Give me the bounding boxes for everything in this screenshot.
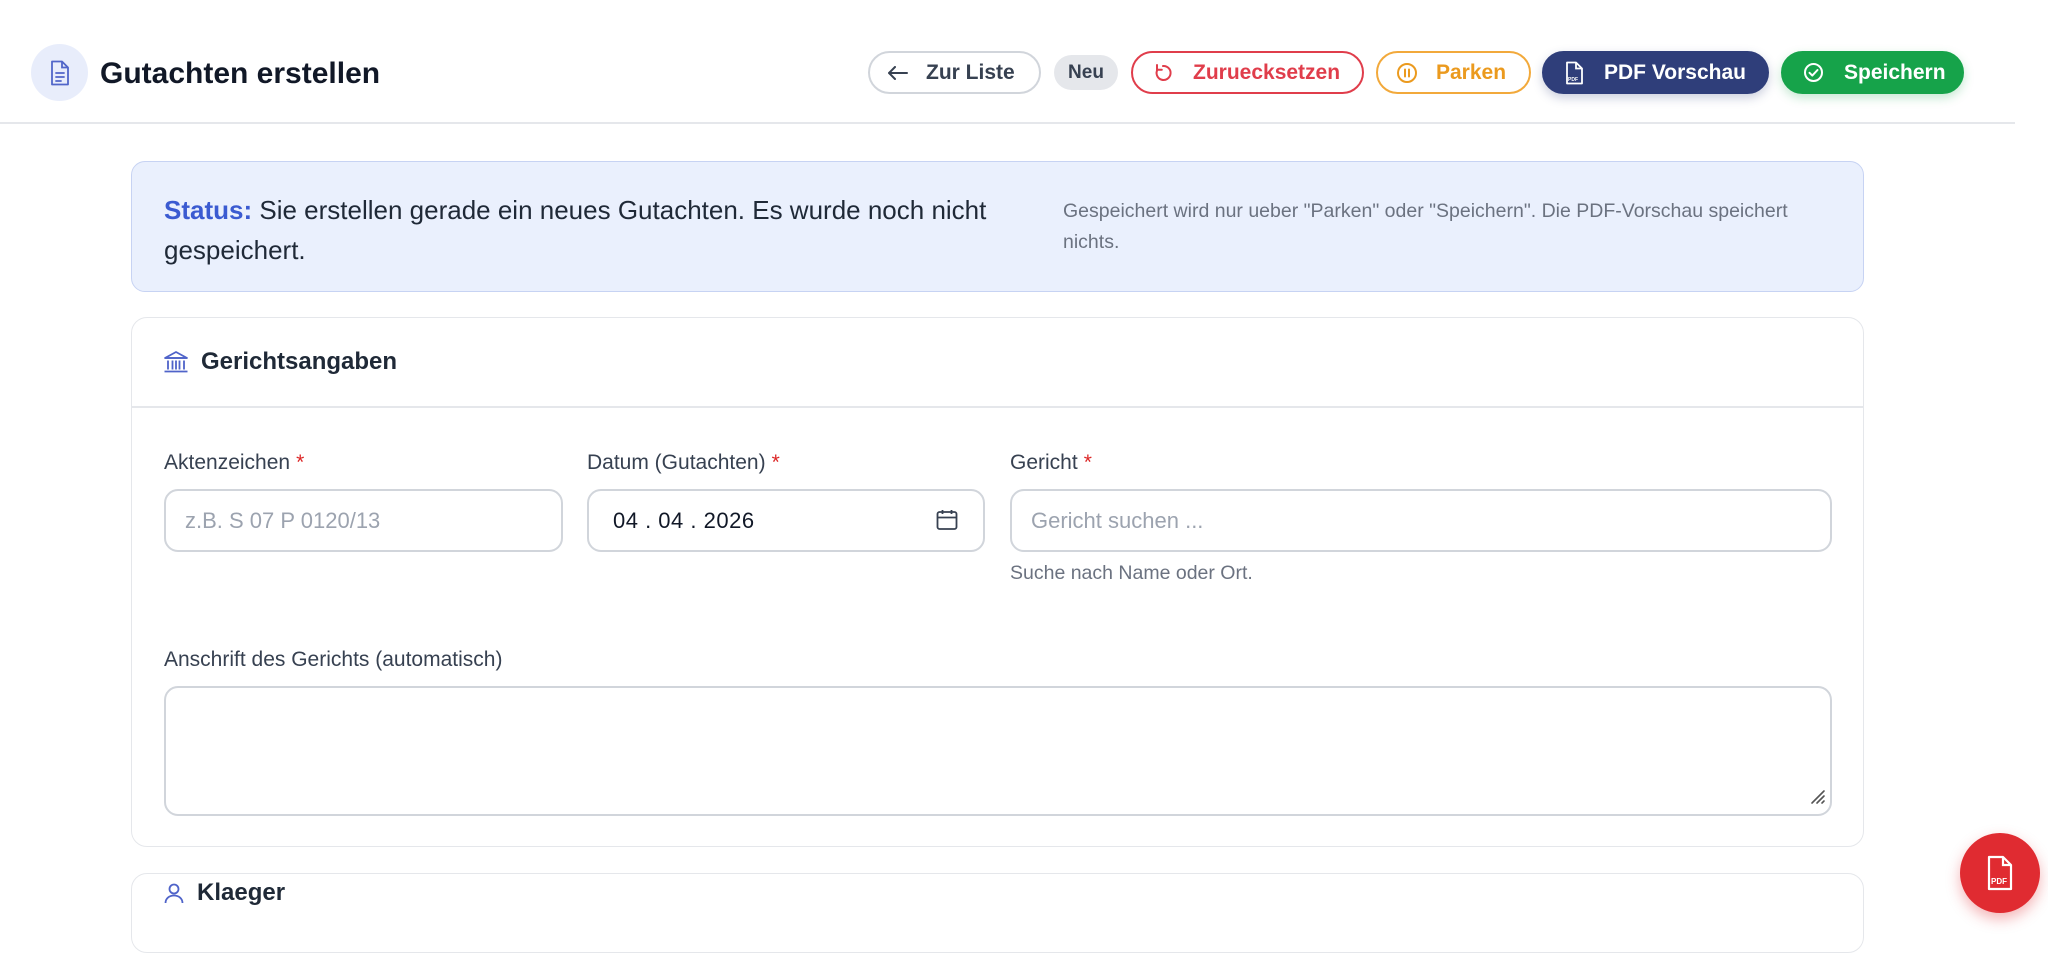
save-button-label: Speichern [1844, 60, 1946, 84]
klaeger-section-title: Klaeger [197, 879, 286, 906]
resize-handle-icon[interactable] [1806, 785, 1826, 810]
document-icon [31, 44, 88, 101]
datum-input[interactable]: 04 . 04 . 2026 [587, 489, 985, 552]
court-section-title: Gerichtsangaben [201, 348, 398, 375]
svg-text:PDF: PDF [1568, 77, 1578, 83]
pause-circle-icon [1396, 62, 1418, 84]
arrow-left-icon [888, 65, 908, 80]
reset-button[interactable]: Zuruecksetzen [1131, 51, 1364, 94]
top-bar: Gutachten erstellen Zur Liste Neu Zuruec… [0, 0, 2015, 124]
court-section-card: Gerichtsangaben Aktenzeichen * z.B. S 07 … [131, 317, 1864, 847]
klaeger-section-card: Klaeger [131, 873, 1864, 953]
gericht-hint: Suche nach Name oder Ort. [1010, 562, 1253, 584]
status-banner: Status: Sie erstellen gerade ein neues G… [131, 161, 1864, 292]
floating-pdf-button[interactable]: PDF [1960, 833, 2040, 913]
gericht-placeholder: Gericht suchen ... [1031, 507, 1204, 533]
check-circle-icon [1803, 62, 1824, 83]
pdf-file-icon: PDF [1985, 855, 2015, 891]
park-button[interactable]: Parken [1376, 51, 1531, 94]
park-button-label: Parken [1436, 60, 1507, 84]
required-marker: * [296, 451, 305, 474]
aktenzeichen-label: Aktenzeichen * [164, 450, 304, 476]
klaeger-section-header: Klaeger [132, 874, 1863, 964]
anschrift-textarea[interactable] [164, 686, 1832, 816]
required-marker: * [771, 451, 780, 474]
status-message-block: Status: Sie erstellen gerade ein neues G… [164, 190, 994, 270]
reset-button-label: Zuruecksetzen [1193, 60, 1341, 84]
pdf-preview-button-label: PDF Vorschau [1604, 60, 1746, 84]
aktenzeichen-label-text: Aktenzeichen [164, 451, 291, 474]
court-section-header: Gerichtsangaben [132, 318, 1863, 408]
gericht-search-input[interactable]: Gericht suchen ... [1010, 489, 1832, 552]
datum-label: Datum (Gutachten) * [587, 450, 780, 476]
back-button-label: Zur Liste [926, 60, 1015, 84]
pdf-file-icon: PDF [1564, 61, 1584, 85]
anschrift-label: Anschrift des Gerichts (automatisch) [164, 648, 503, 671]
status-badge: Neu [1054, 55, 1118, 90]
user-icon [163, 882, 185, 904]
page-title: Gutachten erstellen [100, 57, 381, 90]
status-label: Status: [164, 195, 253, 225]
status-message: Sie erstellen gerade ein neues Gutachten… [164, 195, 987, 265]
back-to-list-button[interactable]: Zur Liste [868, 51, 1041, 94]
gericht-label: Gericht * [1010, 450, 1092, 476]
gericht-label-text: Gericht [1010, 451, 1078, 474]
aktenzeichen-input[interactable]: z.B. S 07 P 0120/13 [164, 489, 563, 552]
court-building-icon [163, 350, 189, 374]
required-marker: * [1083, 451, 1092, 474]
datum-label-text: Datum (Gutachten) [587, 451, 766, 474]
calendar-icon[interactable] [935, 508, 959, 538]
fab-label: PDF [1991, 877, 2007, 886]
reset-icon [1153, 63, 1173, 83]
datum-value: 04 . 04 . 2026 [613, 507, 755, 533]
status-note: Gespeichert wird nur ueber "Parken" oder… [1063, 200, 1788, 253]
pdf-preview-button[interactable]: PDF PDF Vorschau [1542, 51, 1769, 94]
save-button[interactable]: Speichern [1781, 51, 1964, 94]
aktenzeichen-placeholder: z.B. S 07 P 0120/13 [185, 507, 381, 533]
